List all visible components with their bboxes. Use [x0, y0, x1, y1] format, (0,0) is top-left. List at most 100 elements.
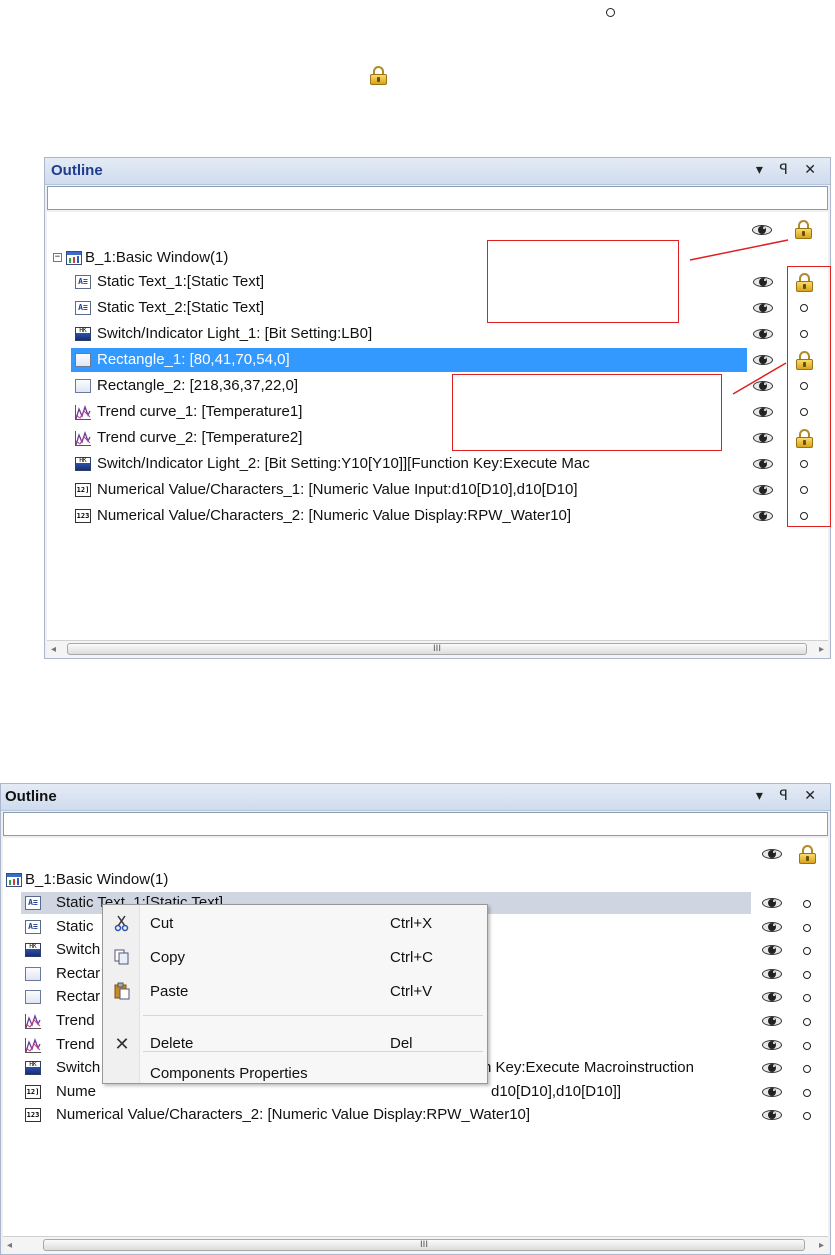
context-menu-label: Copy — [150, 949, 186, 966]
trend-curve-icon — [25, 1014, 41, 1029]
tree-item-row[interactable]: 12] Numerical Value/Characters_1: [Numeri… — [71, 478, 828, 502]
tree-item-row[interactable]: Rectangle_1: [80,41,70,54,0] — [71, 348, 747, 372]
visibility-eye-icon[interactable] — [762, 968, 782, 980]
context-menu-shortcut: Del — [390, 1035, 413, 1052]
lock-header-icon[interactable] — [799, 845, 816, 864]
visibility-eye-icon[interactable] — [762, 897, 782, 909]
context-menu-item-copy[interactable]: Copy Ctrl+C — [103, 943, 487, 973]
basic-window-icon — [66, 251, 82, 265]
visibility-eye-icon[interactable] — [762, 1109, 782, 1121]
rectangle-icon — [75, 353, 91, 367]
scroll-left-icon[interactable]: ◂ — [7, 1240, 12, 1251]
tree-item-label: Numerical Value/Characters_1: [Numeric V… — [97, 481, 578, 498]
static-text-icon: A≡ — [25, 896, 41, 910]
numeric-input-icon: 12] — [75, 483, 91, 497]
visibility-eye-icon[interactable] — [762, 1086, 782, 1098]
visibility-eye-icon[interactable] — [762, 1015, 782, 1027]
visibility-eye-icon[interactable] — [753, 458, 773, 470]
scroll-right-icon[interactable]: ▸ — [819, 644, 824, 655]
visibility-eye-icon[interactable] — [753, 328, 773, 340]
visibility-eye-icon[interactable] — [753, 432, 773, 444]
tree-item-label: Rectangle_1: [80,41,70,54,0] — [97, 351, 290, 368]
lock-icon — [370, 66, 387, 85]
delete-x-icon: ✕ — [114, 1034, 130, 1054]
visibility-eye-icon[interactable] — [753, 510, 773, 522]
tree-item-label: Switch/Indicator Light_2: [Bit Setting:Y… — [97, 455, 590, 472]
annotation-box — [452, 374, 722, 451]
scroll-left-icon[interactable]: ◂ — [51, 644, 56, 655]
scissors-icon — [112, 914, 132, 934]
trend-curve-icon — [75, 431, 91, 446]
context-menu-item-cut[interactable]: Cut Ctrl+X — [103, 909, 487, 939]
basic-window-icon — [6, 873, 22, 887]
titlebar-buttons[interactable]: ▾ ꟼ ✕ — [756, 162, 822, 178]
visibility-eye-icon[interactable] — [753, 484, 773, 496]
context-menu-item-delete[interactable]: ✕ Delete Del — [103, 1029, 487, 1059]
rectangle-icon — [25, 990, 41, 1005]
trend-curve-icon — [25, 1037, 41, 1053]
tree-item-label: Rectar — [56, 988, 101, 1006]
visibility-header-icon[interactable] — [762, 848, 782, 860]
outline-filter-input[interactable] — [3, 812, 828, 836]
unlocked-ring-icon[interactable] — [803, 1088, 811, 1097]
scrollbar-thumb[interactable]: III — [67, 643, 807, 655]
tree-item-row[interactable]: A≡ Static Text_2:[Static Text] — [71, 296, 828, 320]
rectangle-icon — [25, 966, 41, 981]
tree-item-label: Nume — [56, 1082, 97, 1100]
context-menu-item-paste[interactable]: Paste Ctrl+V — [103, 977, 487, 1007]
tree-item-label: Numerical Value/Characters_2: [Numeric V… — [97, 507, 572, 524]
visibility-eye-icon[interactable] — [762, 1062, 782, 1074]
context-menu-label: Paste — [150, 983, 189, 1000]
unlocked-ring-icon[interactable] — [803, 970, 811, 979]
tree-item-row[interactable]: A≡ Static Text_1:[Static Text] — [71, 270, 828, 294]
ring-icon — [606, 8, 615, 17]
context-menu-label: Components Properties — [150, 1065, 308, 1082]
unlocked-ring-icon[interactable] — [803, 923, 811, 932]
context-menu-item-components-properties[interactable]: Components Properties — [103, 1059, 487, 1089]
scroll-right-icon[interactable]: ▸ — [819, 1240, 824, 1251]
visibility-eye-icon[interactable] — [753, 302, 773, 314]
visibility-eye-icon[interactable] — [762, 944, 782, 956]
visibility-eye-icon[interactable] — [753, 354, 773, 366]
menu-separator — [143, 1015, 483, 1016]
context-menu-shortcut: Ctrl+X — [390, 915, 433, 932]
visibility-eye-icon[interactable] — [762, 921, 782, 933]
scrollbar-thumb[interactable]: III — [43, 1239, 805, 1251]
switch-indicator-icon: HK — [25, 1061, 41, 1076]
tree-item-label: Trend — [56, 1012, 95, 1029]
panel-title: Outline — [5, 788, 57, 805]
panel-titlebar: Outline ▾ ꟼ ✕ — [1, 784, 830, 811]
panel-title: Outline — [51, 162, 103, 179]
horizontal-scrollbar[interactable]: ◂ III ▸ — [47, 640, 828, 658]
rectangle-icon — [75, 379, 91, 393]
tree-item-label: Trend curve_2: [Temperature2] — [97, 429, 303, 446]
visibility-eye-icon[interactable] — [762, 1039, 782, 1051]
switch-indicator-icon: HK — [75, 457, 91, 471]
static-text-icon: A≡ — [25, 919, 41, 934]
tree-item-row[interactable]: HK Switch/Indicator Light_2: [Bit Setting… — [71, 452, 828, 476]
tree-item-row[interactable]: HK Switch/Indicator Light_1: [Bit Setting… — [71, 322, 828, 346]
tree-item-row[interactable]: 123 Numerical Value/Characters_2: [Numeri… — [21, 1104, 821, 1126]
tree-item-row[interactable]: 123 Numerical Value/Characters_2: [Numeri… — [71, 504, 828, 528]
tree-root-row[interactable]: B_1:Basic Window(1) — [3, 868, 828, 892]
collapse-icon[interactable]: − — [53, 253, 62, 262]
titlebar-buttons[interactable]: ▾ ꟼ ✕ — [756, 788, 822, 804]
tree-root-label: B_1:Basic Window(1) — [85, 249, 229, 266]
visibility-eye-icon[interactable] — [753, 276, 773, 288]
unlocked-ring-icon[interactable] — [803, 1018, 811, 1026]
lock-header-icon[interactable] — [795, 220, 812, 239]
outline-filter-input[interactable] — [47, 186, 828, 210]
tree-root-row[interactable]: − B_1:Basic Window(1) — [47, 246, 828, 270]
visibility-header-icon[interactable] — [752, 224, 772, 236]
unlocked-ring-icon[interactable] — [803, 900, 811, 908]
switch-indicator-icon: HK — [25, 943, 41, 958]
visibility-eye-icon[interactable] — [753, 406, 773, 418]
visibility-eye-icon[interactable] — [753, 380, 773, 392]
numeric-display-icon: 123 — [75, 509, 91, 523]
unlocked-ring-icon[interactable] — [803, 1041, 811, 1050]
tree-item-label: Switch — [56, 1059, 101, 1077]
visibility-eye-icon[interactable] — [762, 991, 782, 1003]
tree-item-label: Rectar — [56, 964, 101, 982]
tree-item-label: Static Text_1:[Static Text] — [97, 273, 265, 290]
horizontal-scrollbar[interactable]: ◂ III ▸ — [3, 1236, 828, 1254]
